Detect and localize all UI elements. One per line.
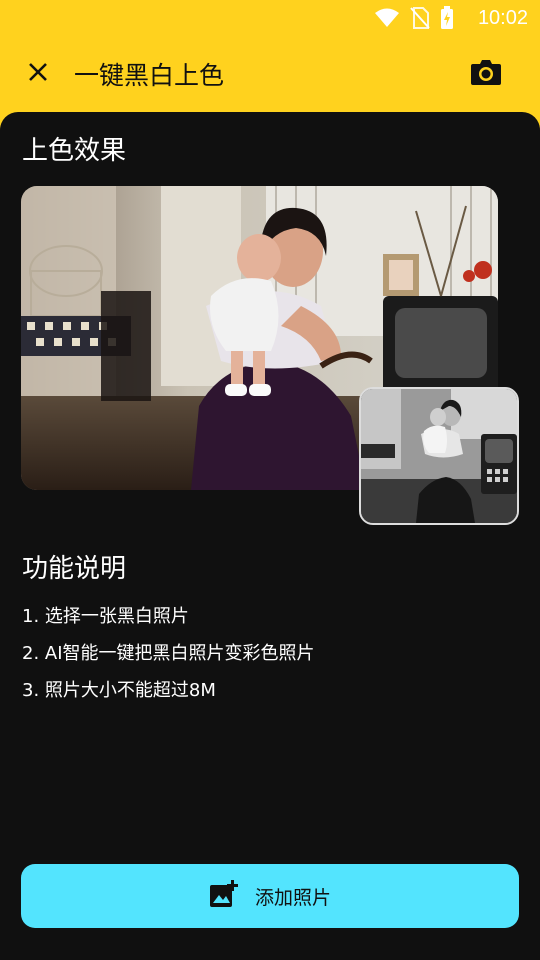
close-button[interactable] [18,54,58,94]
camera-icon [470,58,502,90]
list-item: 3. 照片大小不能超过8M [22,680,216,701]
main-content: 上色效果 功能说明 1. 选择一张黑白照片 2. AI智能一键把黑白照片变彩色照… [0,112,540,960]
add-photo-icon [209,880,239,912]
add-photo-button[interactable]: 添加照片 [21,864,519,928]
list-item: 1. 选择一张黑白照片 [22,606,189,627]
features-section-title: 功能说明 [22,554,127,584]
no-sim-icon [410,6,430,34]
status-icons [374,6,454,34]
wifi-icon [374,7,400,33]
page-title: 一键黑白上色 [74,61,225,90]
camera-button[interactable] [466,54,506,94]
status-bar: 10:02 [0,0,540,36]
list-item: 2. AI智能一键把黑白照片变彩色照片 [22,643,315,664]
battery-charging-icon [440,6,454,34]
effect-section-title: 上色效果 [22,136,127,166]
feature-list: 1. 选择一张黑白照片 2. AI智能一键把黑白照片变彩色照片 3. 照片大小不… [22,602,315,713]
app-bar: 一键黑白上色 [0,36,540,112]
close-icon [28,62,48,86]
add-photo-label: 添加照片 [254,886,331,909]
original-bw-photo [359,387,519,525]
status-time: 10:02 [477,7,528,29]
